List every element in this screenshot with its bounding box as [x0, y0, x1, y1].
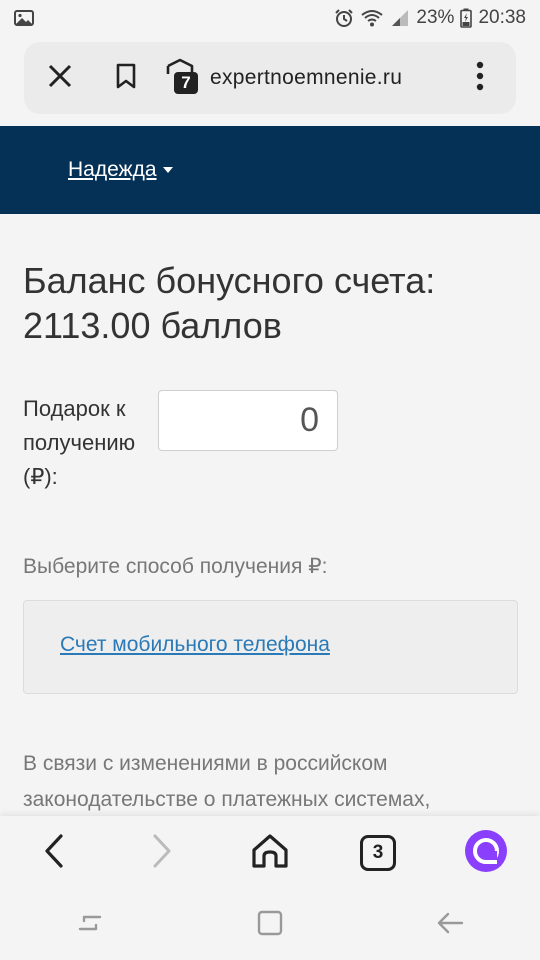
- tabs-badge: 7: [174, 72, 198, 94]
- user-name: Надежда: [68, 158, 157, 181]
- close-tab-button[interactable]: [32, 50, 88, 106]
- site-security-button[interactable]: 7: [164, 58, 204, 98]
- user-menu-dropdown[interactable]: Надежда: [68, 158, 173, 182]
- gift-amount-input[interactable]: 0: [158, 390, 338, 451]
- forward-button[interactable]: [132, 823, 192, 883]
- system-navigation-bar: [0, 890, 540, 960]
- legal-notice: В связи с изменениями в российском закон…: [23, 752, 431, 811]
- balance-value: 2113.00 баллов: [23, 305, 282, 346]
- bookmark-button[interactable]: [98, 50, 154, 106]
- forward-icon: [152, 834, 172, 872]
- alice-icon: [464, 829, 508, 877]
- back-icon: [44, 834, 64, 872]
- battery-icon: [460, 8, 473, 28]
- image-icon: [14, 10, 34, 26]
- close-icon: [47, 63, 73, 93]
- home-button-icon: [257, 910, 283, 940]
- system-home-button[interactable]: [240, 900, 300, 950]
- tabs-button[interactable]: 3: [348, 823, 408, 883]
- caret-down-icon: [162, 167, 173, 173]
- browser-toolbar: 3: [0, 816, 540, 890]
- more-vert-icon: [476, 61, 484, 95]
- gift-amount-label: Подарок к получению (₽):: [23, 396, 136, 489]
- signal-icon: [390, 8, 410, 28]
- mobile-account-link[interactable]: Счет мобильного телефона: [60, 633, 330, 657]
- status-bar: 23% 20:38: [0, 0, 540, 36]
- balance-label: Баланс бонусного счета:: [23, 260, 436, 301]
- battery-percent: 23%: [416, 7, 455, 28]
- home-icon: [250, 832, 290, 874]
- home-button[interactable]: [240, 823, 300, 883]
- clock: 20:38: [478, 7, 526, 28]
- browser-address-bar: 7 expertnoemnenie.ru: [24, 42, 516, 114]
- recent-apps-button[interactable]: [60, 900, 120, 950]
- url-field[interactable]: expertnoemnenie.ru: [210, 66, 450, 90]
- alarm-icon: [334, 8, 354, 28]
- alice-assistant-button[interactable]: [456, 823, 516, 883]
- back-button[interactable]: [24, 823, 84, 883]
- balance-title: Баланс бонусного счета: 2113.00 баллов: [23, 258, 523, 348]
- bookmark-icon: [115, 63, 137, 93]
- back-nav-icon: [436, 911, 464, 939]
- recent-apps-icon: [76, 911, 104, 939]
- tabs-icon: 3: [360, 835, 396, 871]
- wifi-icon: [360, 8, 384, 28]
- browser-menu-button[interactable]: [452, 50, 508, 106]
- choose-method-label: Выберите способ получения ₽:: [23, 555, 328, 578]
- system-back-button[interactable]: [420, 900, 480, 950]
